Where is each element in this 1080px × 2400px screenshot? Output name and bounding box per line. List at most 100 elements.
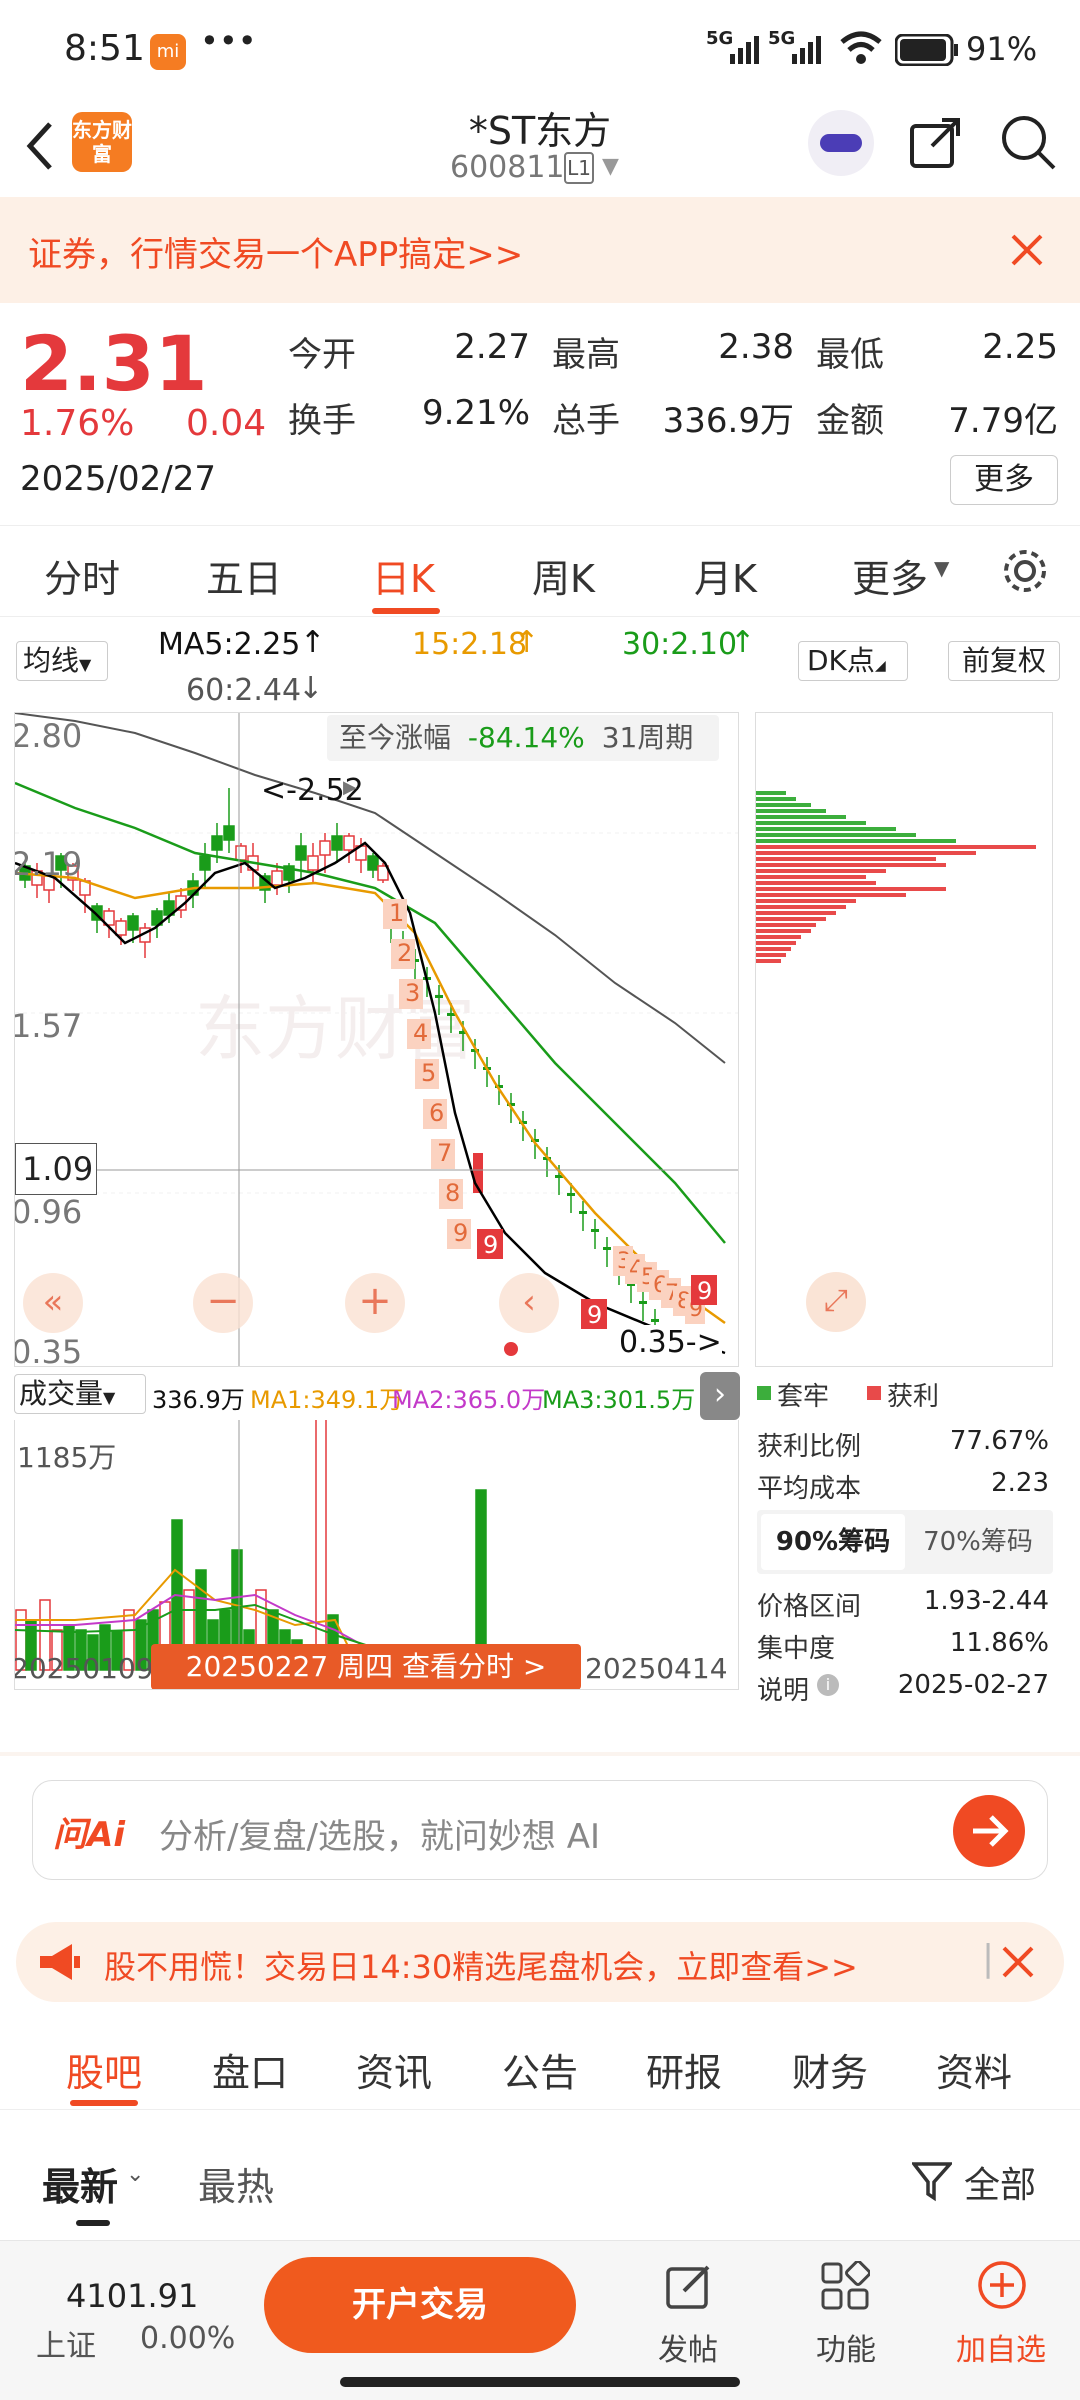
candle-body [447,1013,455,1016]
previous-icon[interactable]: ‹ [499,1273,559,1333]
bottom-bar: 4101.91 上证 0.00% 开户交易 发帖 功能 加自选 [0,2240,1080,2400]
indicator-selector[interactable]: 均线▼ [16,641,108,681]
sort-latest[interactable]: 最新 [42,2156,118,2211]
dropdown-icon[interactable]: ▼ [602,154,619,179]
tab-90-chip[interactable]: 90%筹码 [761,1514,905,1570]
concentration-label: 集中度 [757,1634,836,1664]
tab-more[interactable]: 更多 [852,548,928,603]
close-icon[interactable] [1000,1944,1036,1980]
note-value: 2025-02-27 [897,1670,1049,1700]
kline-chart[interactable]: 东方财富 1234567893456789999 2.80 2.19 1.57 … [14,712,739,1367]
add-watchlist-label[interactable]: 加自选 [956,2325,1046,2369]
ai-assistant-avatar[interactable] [808,110,874,176]
chip-bar [756,893,906,897]
chip-bar [756,839,956,843]
share-icon[interactable] [906,112,966,172]
dk-point-label: DK点 [807,644,875,677]
tab-order-book[interactable]: 盘口 [212,2042,288,2097]
volume-selector[interactable]: 成交量▼ [14,1374,146,1414]
zoom-in-icon[interactable]: + [345,1273,405,1333]
tab-guba[interactable]: 股吧 [66,2042,142,2097]
candle-body [579,1211,587,1214]
tab-weekly-k[interactable]: 周K [532,548,595,603]
candle-body [331,835,343,851]
volume-max-label: 1185万 [17,1441,117,1474]
tab-announcements[interactable]: 公告 [502,2042,578,2097]
chip-bar [756,911,836,915]
zoom-out-icon[interactable]: − [193,1273,253,1333]
ai-input-placeholder[interactable]: 分析/复盘/选股，就问妙想 AI [159,1809,600,1858]
ma60-value: 60:2.44 [186,673,302,708]
candle-body [295,845,307,861]
tab-research[interactable]: 研报 [646,2042,722,2097]
candle-body [651,1319,659,1322]
adjustment-selector[interactable]: 前复权 [948,641,1060,681]
chip-bar [756,833,916,837]
price-tick-4: 0.96 [14,1193,83,1231]
dk-point-selector[interactable]: DK点◢ [798,641,908,681]
promo-text[interactable]: 股不用慌！交易日14:30精选尾盘机会，立即查看>> [104,1942,858,1988]
tab-daily-k[interactable]: 日K [372,548,435,603]
back-arrow-icon[interactable] [20,116,60,176]
divider [0,1752,1080,1756]
filter-all[interactable]: 全部 [964,2156,1036,2208]
ai-search-box[interactable]: 问Ai 分析/复盘/选股，就问妙想 AI [32,1780,1048,1880]
functions-label[interactable]: 功能 [816,2325,876,2369]
battery-level: 91% [966,30,1038,68]
ma15-up-icon: ↑ [514,625,540,660]
compose-post-icon[interactable] [664,2261,714,2311]
open-account-trade-button[interactable]: 开户交易 [264,2257,576,2353]
promo-banner[interactable]: 证券，行情交易一个APP搞定>> [0,197,1080,303]
tab-70-chip[interactable]: 70%筹码 [907,1514,1049,1570]
tab-profile[interactable]: 资料 [936,2042,1012,2097]
tab-financials[interactable]: 财务 [792,2042,868,2097]
volume-chart[interactable]: 1185万 20250109 20250414 20250227 周四 查看分时… [14,1420,739,1690]
index-name[interactable]: 上证 [36,2321,96,2365]
tab-news[interactable]: 资讯 [356,2042,432,2097]
ma-legend: 均线▼ MA5:2.25 ↑ 15:2.18 ↑ 30:2.10 ↑ 60:2.… [0,617,1080,709]
app-logo[interactable]: 东方财富 [72,112,132,172]
ma15-value: 15:2.18 [412,627,528,662]
tab-monthly-k[interactable]: 月K [694,548,757,603]
banner-text[interactable]: 证券，行情交易一个APP搞定>> [28,227,523,276]
range-summary[interactable]: 至今涨幅 -84.14% 31周期 ▶ [327,715,719,798]
post-label[interactable]: 发帖 [658,2325,718,2369]
sort-hot[interactable]: 最热 [198,2156,274,2211]
level-badge[interactable]: L1 [564,152,594,184]
tab-five-day[interactable]: 五日 [206,548,282,603]
date-tooltip[interactable]: 20250227 周四 查看分时 > [151,1644,581,1689]
candle-body [235,845,247,861]
tab-intraday[interactable]: 分时 [44,548,120,603]
ma30-up-icon: ↑ [730,625,756,660]
marquee-promo[interactable]: 股不用慌！交易日14:30精选尾盘机会，立即查看>> | [16,1922,1064,2002]
kline-svg[interactable]: 东方财富 1234567893456789999 [15,713,739,1367]
settings-gear-icon[interactable] [1000,546,1050,596]
active-tab-indicator [70,2100,138,2106]
amount-label: 金额 [816,401,884,441]
ai-submit-button[interactable] [953,1795,1025,1867]
battery-icon [895,34,958,66]
status-bar: 8:51 mi ••• 5G 5G 91% [0,0,1080,100]
note-label: 说明 [757,1676,810,1706]
info-icon[interactable]: i [817,1674,839,1696]
quote-date: 2025/02/27 [20,459,216,499]
chip-bar [756,821,866,825]
search-icon[interactable] [998,112,1058,172]
change-amount: 0.04 [186,403,267,444]
scroll-left-icon[interactable]: « [23,1273,83,1333]
chevron-right-icon[interactable]: › [700,1372,740,1420]
ai-logo: 问Ai [53,1815,125,1855]
volume-value: 336.9万 [662,401,794,441]
add-watchlist-icon[interactable] [976,2259,1028,2311]
chevron-down-icon: ⌄ [126,2162,145,2187]
chip-bar [756,863,946,867]
more-button[interactable]: 更多 [950,455,1058,505]
range-value: -84.14% [467,721,585,754]
filter-icon[interactable] [912,2160,952,2204]
index-value[interactable]: 4101.91 [66,2277,198,2315]
low-label: 最低 [816,335,884,375]
chip-bar [756,947,791,951]
functions-grid-icon[interactable] [820,2261,870,2311]
price-range-value: 1.93-2.44 [923,1586,1049,1616]
close-icon[interactable] [1010,233,1044,267]
